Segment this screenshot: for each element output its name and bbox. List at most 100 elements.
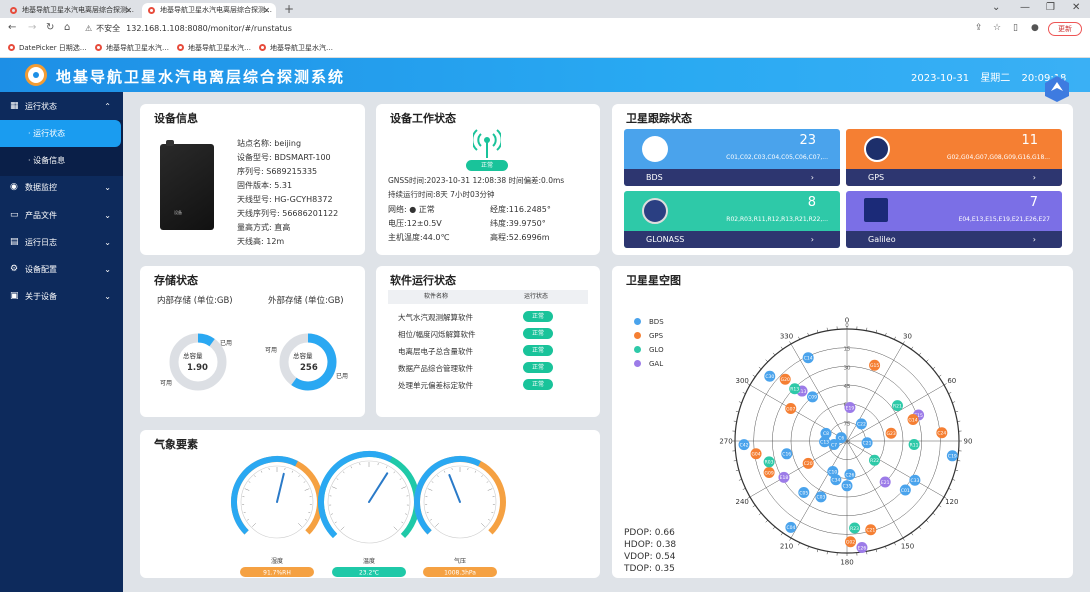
skyplot-tick	[894, 336, 896, 340]
skyplot-tick	[765, 520, 768, 523]
chevron-right-icon: ›	[1032, 235, 1036, 244]
signal-tower-icon	[473, 129, 501, 158]
sat-tile-gps[interactable]: 11 G02,G04,G07,G08,G09,G16,G18... GPS ›	[846, 129, 1062, 186]
external-used-label: 已用	[336, 373, 349, 380]
bookmark-item[interactable]: 地基导航卫星水汽…	[177, 43, 251, 53]
legend-label: GPS	[649, 332, 664, 340]
sat-count: 23	[799, 133, 816, 148]
latitude: 纬度:39.9750°	[490, 219, 546, 228]
status-badge: 正常	[466, 160, 508, 171]
internal-storage-label: 内部存储 (单位:GB)	[157, 296, 233, 306]
legend-item[interactable]: GLO	[634, 346, 664, 354]
log-icon: ▤	[10, 237, 19, 247]
card-title: 软件运行状态	[390, 274, 456, 287]
sidebar-item-product-files[interactable]: ▭ 产品文件 ⌄	[0, 202, 123, 229]
close-icon[interactable]: ✕	[125, 3, 132, 18]
sidebar-item-run-status[interactable]: ▦ 运行状态 ⌃	[0, 93, 123, 120]
date: 2023-10-31	[911, 73, 970, 84]
satellite-label: G02	[846, 540, 855, 546]
legend-item[interactable]: GPS	[634, 332, 663, 340]
forward-icon[interactable]: →	[28, 22, 36, 33]
legend-item[interactable]: BDS	[634, 318, 664, 326]
chevron-down-icon: ⌄	[104, 265, 111, 274]
skyplot-tick	[902, 341, 905, 345]
sidebar-item-device-config[interactable]: ⚙ 设备配置 ⌄	[0, 256, 123, 283]
device-info-card: 设备信息 设备 站点名称: beijing 设备型号: BDSMART-100 …	[140, 104, 365, 255]
legend-item[interactable]: GAL	[634, 360, 663, 368]
browser-tab[interactable]: 地基导航卫星水汽电离层综合探测… ✕	[4, 3, 138, 18]
satellite-label: C7	[831, 442, 837, 448]
sat-tile-glonass[interactable]: 8 R02,R03,R11,R12,R13,R21,R22,... GLONAS…	[624, 191, 840, 248]
dop-tdop: TDOP: 0.35	[624, 564, 675, 574]
home-icon[interactable]: ⌂	[64, 22, 70, 33]
url-field[interactable]: ⚠ 不安全 132.168.1.108:8080/monitor/#/runstat…	[85, 21, 965, 36]
bookmark-item[interactable]: DatePicker 日期选…	[8, 43, 87, 53]
share-icon[interactable]: ⇪	[975, 23, 983, 33]
legend-swatch	[634, 360, 641, 367]
sidebar-subitem-device-info[interactable]: · 设备信息	[0, 147, 123, 174]
url-text: 132.168.1.108:8080/monitor/#/runstatus	[126, 24, 292, 33]
bookmark-item[interactable]: 地基导航卫星水汽…	[259, 43, 333, 53]
skyplot-tick	[789, 537, 792, 541]
skyplot-angle-label: 300	[736, 377, 749, 385]
sat-tile-bds[interactable]: 23 C01,C02,C03,C04,C05,C06,C07,... BDS ›	[624, 129, 840, 186]
star-icon[interactable]: ☆	[993, 23, 1001, 33]
avatar-icon[interactable]	[1043, 75, 1071, 103]
close-icon[interactable]: ✕	[263, 3, 270, 18]
chevron-right-icon: ›	[810, 173, 814, 182]
card-title: 卫星跟踪状态	[626, 112, 692, 125]
weekday: 星期二	[980, 73, 1011, 84]
tab-search-icon[interactable]: ⌄	[992, 2, 1000, 13]
bookmark-item[interactable]: 地基导航卫星水汽…	[95, 43, 169, 53]
chevron-right-icon: ›	[1032, 173, 1036, 182]
skyplot-ring-label: 75	[844, 421, 851, 427]
galileo-logo-icon	[864, 198, 888, 222]
sidepanel-icon[interactable]: ▯	[1013, 23, 1018, 33]
sidebar-item-about[interactable]: ▣ 关于设备 ⌄	[0, 283, 123, 310]
skyplot-tick	[926, 359, 929, 362]
field-antenna-serial: 天线序列号: 56686201122	[237, 209, 339, 218]
satellite-label: E19	[846, 405, 855, 411]
internal-center-label: 总容量	[183, 352, 203, 360]
satellite-label: G23	[887, 431, 896, 437]
new-tab-button[interactable]: +	[284, 2, 294, 16]
card-title: 设备信息	[154, 112, 198, 125]
field-antenna-model: 天线型号: HG-GCYH8372	[237, 195, 333, 204]
satellite-label: G15	[870, 363, 879, 369]
app-title: 地基导航卫星水汽电离层综合探测系统	[56, 68, 346, 86]
legend-label: GAL	[649, 360, 664, 368]
skyplot-tick	[780, 532, 783, 536]
satellite-label: C26	[845, 472, 854, 478]
sidebar-item-run-log[interactable]: ▤ 运行日志 ⌄	[0, 229, 123, 256]
browser-tab-active[interactable]: 地基导航卫星水汽电离层综合探测… ✕	[142, 3, 276, 18]
gauge-value: 1008.3hPa	[444, 570, 476, 577]
skyplot-angle-label: 210	[780, 542, 793, 550]
voltage: 电压:12±0.5V	[388, 219, 442, 228]
skyplot-angle-label: 330	[780, 333, 793, 341]
maximize-button[interactable]: ❐	[1046, 2, 1055, 13]
satellite-label: R23	[850, 526, 859, 532]
profile-icon[interactable]: ●	[1031, 23, 1039, 33]
sidebar-subitem-run-status[interactable]: · 运行状态	[0, 120, 121, 147]
sidebar-item-data-monitor[interactable]: ◉ 数据监控 ⌄	[0, 174, 123, 201]
minimize-button[interactable]: —	[1020, 2, 1030, 13]
skyplot-tick	[911, 346, 914, 350]
skyplot-chart: 0306090120150180210240270300330015304560…	[719, 317, 972, 567]
satellite-label: C20	[804, 461, 813, 467]
bookmarks-bar: DatePicker 日期选… 地基导航卫星水汽… 地基导航卫星水汽… 地基导航…	[0, 40, 1090, 58]
security-label: 不安全	[96, 24, 121, 33]
satellite-label: R11	[910, 442, 919, 448]
satellite-label: C42	[740, 442, 749, 448]
chevron-down-icon: ⌄	[104, 183, 111, 192]
satellite-label: G20	[781, 377, 790, 383]
sat-tile-galileo[interactable]: 7 E04,E13,E15,E19,E21,E26,E27 Galileo ›	[846, 191, 1062, 248]
reload-icon[interactable]: ↻	[46, 22, 54, 33]
update-button[interactable]: 更新	[1048, 22, 1082, 36]
back-icon[interactable]: ←	[8, 22, 16, 33]
skyplot-angle-label: 150	[901, 542, 914, 550]
network-status: 网络: ● 正常	[388, 205, 435, 214]
donut-used-arc	[291, 333, 337, 391]
card-title: 存储状态	[154, 274, 198, 287]
window-close-button[interactable]: ✕	[1072, 2, 1080, 13]
satellite-label: G07	[786, 406, 795, 412]
